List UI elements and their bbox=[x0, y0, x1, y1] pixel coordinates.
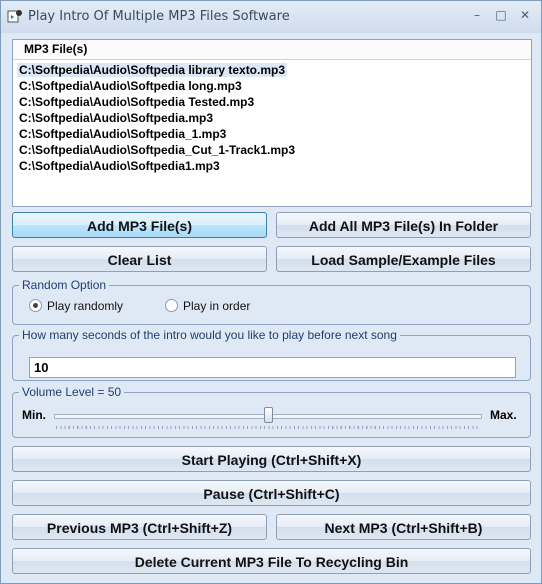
list-item-label: C:\Softpedia\Audio\Softpedia_1.mp3 bbox=[19, 127, 227, 141]
intro-seconds-label: How many seconds of the intro would you … bbox=[19, 328, 400, 342]
title-bar[interactable]: Play Intro Of Multiple MP3 Files Softwar… bbox=[1, 1, 541, 33]
list-item[interactable]: C:\Softpedia\Audio\Softpedia library tex… bbox=[13, 62, 531, 78]
list-item[interactable]: C:\Softpedia\Audio\Softpedia long.mp3 bbox=[13, 78, 531, 94]
list-item[interactable]: C:\Softpedia\Audio\Softpedia.mp3 bbox=[13, 110, 531, 126]
pause-button[interactable]: Pause (Ctrl+Shift+C) bbox=[12, 480, 531, 506]
intro-seconds-input[interactable]: 10 bbox=[29, 357, 516, 378]
volume-level-label: Volume Level = 50 bbox=[19, 385, 125, 399]
mp3-file-list[interactable]: MP3 File(s) C:\Softpedia\Audio\Softpedia… bbox=[12, 39, 532, 207]
add-folder-button[interactable]: Add All MP3 File(s) In Folder bbox=[276, 212, 531, 238]
minimize-icon[interactable]: – bbox=[468, 7, 486, 23]
radio-unchecked-icon bbox=[165, 299, 178, 312]
next-mp3-button[interactable]: Next MP3 (Ctrl+Shift+B) bbox=[276, 514, 531, 540]
list-item[interactable]: C:\Softpedia\Audio\Softpedia1.mp3 bbox=[13, 158, 531, 174]
previous-mp3-button[interactable]: Previous MP3 (Ctrl+Shift+Z) bbox=[12, 514, 267, 540]
list-item-label: C:\Softpedia\Audio\Softpedia long.mp3 bbox=[19, 79, 242, 93]
delete-to-recycle-bin-button[interactable]: Delete Current MP3 File To Recycling Bin bbox=[12, 548, 531, 574]
app-icon bbox=[7, 10, 22, 23]
close-icon[interactable]: ✕ bbox=[516, 7, 534, 23]
start-playing-button[interactable]: Start Playing (Ctrl+Shift+X) bbox=[12, 446, 531, 472]
play-randomly-radio[interactable]: Play randomly bbox=[29, 299, 123, 313]
maximize-icon[interactable]: □ bbox=[492, 7, 510, 23]
volume-group: Volume Level = 50 Min. Max. bbox=[12, 385, 531, 438]
list-item[interactable]: C:\Softpedia\Audio\Softpedia_1.mp3 bbox=[13, 126, 531, 142]
file-list-body: C:\Softpedia\Audio\Softpedia library tex… bbox=[13, 60, 531, 174]
play-randomly-label: Play randomly bbox=[47, 299, 124, 313]
play-in-order-radio[interactable]: Play in order bbox=[165, 299, 250, 313]
window-title: Play Intro Of Multiple MP3 Files Softwar… bbox=[28, 9, 290, 24]
list-item-label: C:\Softpedia\Audio\Softpedia Tested.mp3 bbox=[19, 95, 255, 109]
volume-min-label: Min. bbox=[22, 408, 46, 422]
list-item-label: C:\Softpedia\Audio\Softpedia_Cut_1-Track… bbox=[19, 143, 296, 157]
random-option-label: Random Option bbox=[19, 278, 110, 292]
volume-max-label: Max. bbox=[490, 408, 517, 422]
add-mp3-files-button[interactable]: Add MP3 File(s) bbox=[12, 212, 267, 238]
list-item-label: C:\Softpedia\Audio\Softpedia library tex… bbox=[17, 63, 288, 77]
load-samples-button[interactable]: Load Sample/Example Files bbox=[276, 246, 531, 272]
random-option-group: Random Option Play randomly Play in orde… bbox=[12, 278, 531, 325]
list-item[interactable]: C:\Softpedia\Audio\Softpedia_Cut_1-Track… bbox=[13, 142, 531, 158]
play-in-order-label: Play in order bbox=[183, 299, 251, 313]
intro-seconds-group: How many seconds of the intro would you … bbox=[12, 328, 531, 381]
list-item[interactable]: C:\Softpedia\Audio\Softpedia Tested.mp3 bbox=[13, 94, 531, 110]
list-item-label: C:\Softpedia\Audio\Softpedia.mp3 bbox=[19, 111, 213, 125]
volume-slider-thumb[interactable] bbox=[264, 407, 273, 423]
list-item-label: C:\Softpedia\Audio\Softpedia1.mp3 bbox=[19, 159, 220, 173]
clear-list-button[interactable]: Clear List bbox=[12, 246, 267, 272]
radio-checked-icon bbox=[29, 299, 42, 312]
column-header-mp3-files[interactable]: MP3 File(s) bbox=[13, 40, 531, 60]
app-window: Play Intro Of Multiple MP3 Files Softwar… bbox=[0, 0, 542, 584]
volume-slider-ticks bbox=[56, 426, 480, 429]
